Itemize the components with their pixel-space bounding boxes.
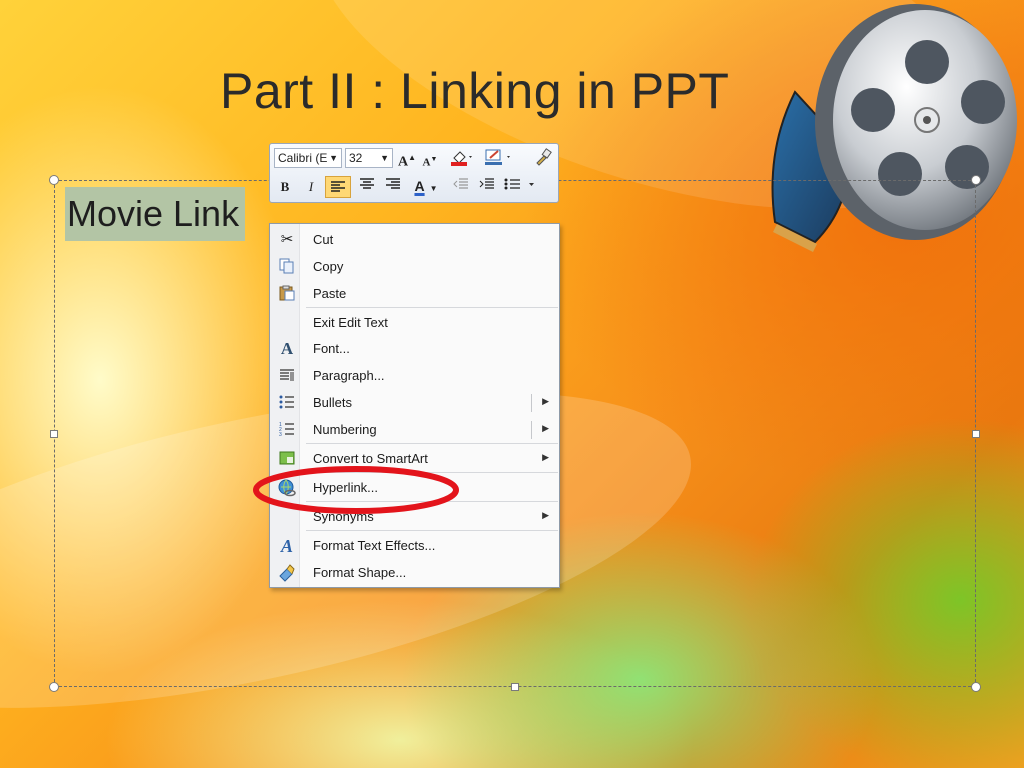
menu-item-label: Cut xyxy=(313,232,334,247)
resize-handle-right[interactable] xyxy=(972,430,980,438)
format-painter-icon xyxy=(536,148,552,166)
font-color-button[interactable] xyxy=(482,148,516,168)
menu-item-bullets[interactable]: Bullets ▶ xyxy=(270,390,559,416)
resize-handle-bottom-left[interactable] xyxy=(49,682,59,692)
menu-item-format-text-effects[interactable]: A Format Text Effects... xyxy=(270,533,559,559)
menu-separator xyxy=(306,443,558,444)
increase-indent-icon xyxy=(479,178,494,189)
menu-separator xyxy=(306,307,558,308)
font-color-a-icon: A xyxy=(414,178,425,194)
menu-item-exit-edit-text[interactable]: Exit Edit Text xyxy=(270,310,559,336)
grow-font-icon: A xyxy=(398,154,409,170)
resize-handle-left[interactable] xyxy=(50,430,58,438)
font-icon: A xyxy=(280,339,294,358)
bold-button[interactable]: B xyxy=(276,177,294,197)
menu-item-label: Exit Edit Text xyxy=(313,315,388,330)
font-size-value: 32 xyxy=(349,151,363,165)
font-name-value: Calibri (E xyxy=(278,151,328,165)
submenu-arrow-icon: ▶ xyxy=(542,510,549,520)
menu-item-paragraph[interactable]: Paragraph... xyxy=(270,363,559,389)
slide-canvas: Part II : Linking in PPT Movie Link Cali… xyxy=(0,0,1024,768)
selected-text-movie-link[interactable]: Movie Link xyxy=(65,187,246,241)
menu-item-label: Format Text Effects... xyxy=(313,538,436,553)
paragraph-icon xyxy=(278,367,296,385)
menu-item-copy[interactable]: Copy xyxy=(270,254,559,280)
shrink-font-icon: A xyxy=(422,156,431,169)
text-effects-icon: A xyxy=(280,536,293,556)
menu-separator xyxy=(306,530,558,531)
slide-title[interactable]: Part II : Linking in PPT xyxy=(220,62,780,120)
highlighter-icon xyxy=(451,151,472,166)
align-right-icon xyxy=(386,178,400,189)
grow-font-button[interactable]: A▲ xyxy=(398,148,416,170)
menu-item-label: Paste xyxy=(313,286,347,301)
font-size-dropdown[interactable]: 32 ▼ xyxy=(345,148,393,168)
resize-handle-top-right[interactable] xyxy=(971,175,981,185)
numbering-icon: 123 xyxy=(278,421,296,439)
paste-icon xyxy=(278,285,296,303)
highlight-ellipse-annotation xyxy=(253,466,459,514)
copy-icon xyxy=(278,258,296,276)
pen-color-icon xyxy=(485,149,510,165)
align-left-button[interactable] xyxy=(325,176,351,198)
split-divider xyxy=(531,421,532,439)
align-center-button[interactable] xyxy=(356,177,378,197)
font-name-dropdown[interactable]: Calibri (E ▼ xyxy=(274,148,342,168)
scissors-icon: ✂ xyxy=(280,231,294,248)
split-divider xyxy=(531,394,532,412)
align-right-button[interactable] xyxy=(382,177,404,197)
menu-item-numbering[interactable]: 123 Numbering ▶ xyxy=(270,417,559,443)
decrease-indent-button[interactable] xyxy=(450,177,472,197)
submenu-arrow-icon: ▶ xyxy=(542,452,549,462)
menu-item-label: Numbering xyxy=(313,422,377,437)
increase-indent-button[interactable] xyxy=(476,177,498,197)
align-center-icon xyxy=(360,178,374,189)
align-left-icon xyxy=(331,181,345,192)
bullets-icon xyxy=(504,178,534,190)
shrink-font-button[interactable]: A▼ xyxy=(422,149,438,169)
menu-item-label: Font... xyxy=(313,341,350,356)
submenu-arrow-icon[interactable]: ▶ xyxy=(542,423,549,434)
submenu-arrow-icon[interactable]: ▶ xyxy=(542,396,549,407)
context-menu: ✂ Cut Copy Paste Exit Edit Text A Font..… xyxy=(269,223,560,588)
menu-item-font[interactable]: A Font... xyxy=(270,336,559,362)
resize-handle-top-left[interactable] xyxy=(49,175,59,185)
chevron-down-icon: ▼ xyxy=(380,153,389,163)
bullets-dropdown-button[interactable] xyxy=(502,177,542,197)
resize-handle-bottom[interactable] xyxy=(511,683,519,691)
chevron-down-icon: ▼ xyxy=(429,184,438,193)
highlight-color-button[interactable] xyxy=(447,148,477,168)
chevron-down-icon: ▼ xyxy=(329,153,338,163)
menu-item-label: Format Shape... xyxy=(313,565,407,580)
svg-text:3: 3 xyxy=(279,432,282,437)
resize-handle-bottom-right[interactable] xyxy=(971,682,981,692)
format-shape-icon xyxy=(278,564,296,582)
mini-toolbar: Calibri (E ▼ 32 ▼ A▲ A▼ B I A ▼ xyxy=(269,143,559,203)
font-color-a-button[interactable]: A ▼ xyxy=(409,176,443,196)
menu-item-label: Bullets xyxy=(313,395,353,410)
italic-button[interactable]: I xyxy=(302,177,320,197)
menu-item-cut[interactable]: ✂ Cut xyxy=(270,227,559,253)
menu-item-label: Paragraph... xyxy=(313,368,385,383)
menu-item-format-shape[interactable]: Format Shape... xyxy=(270,560,559,586)
menu-item-paste[interactable]: Paste xyxy=(270,281,559,307)
bullets-icon xyxy=(278,394,296,412)
format-painter-button[interactable] xyxy=(532,148,554,168)
decrease-indent-icon xyxy=(453,178,468,189)
menu-item-label: Convert to SmartArt xyxy=(313,451,428,466)
menu-item-label: Copy xyxy=(313,259,344,274)
